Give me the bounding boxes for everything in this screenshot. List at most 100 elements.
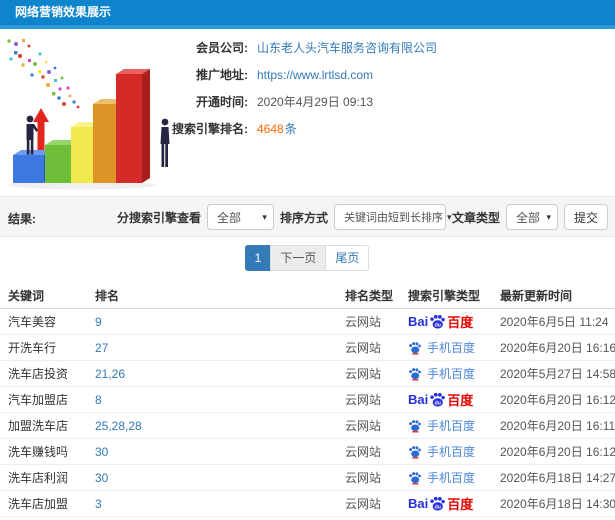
table-row: 汽车加盟店 8 云网站 Bai du 百度 2020年6月20日 16:12 [0, 387, 615, 413]
rank-cell: 25,28,28 [95, 418, 142, 433]
engine-filter-select[interactable]: 全部 ▾ [206, 204, 274, 230]
info-row-url: 推广地址: https://www.lrtlsd.com [172, 66, 437, 82]
submit-button[interactable]: 提交 [563, 204, 608, 230]
engine-cell: 手机百度 [403, 443, 500, 460]
page-1-button[interactable]: 1 [244, 245, 272, 271]
info-section: 会员公司: 山东老人头汽车服务咨询有限公司 推广地址: https://www.… [0, 30, 615, 194]
col-rank-type: 排名类型 [345, 288, 394, 303]
rank-cell: 27 [95, 340, 109, 355]
table-row: 洗车店投资 21,26 云网站 手机百度 2020年5月27日 14:58 [0, 361, 615, 387]
next-page-button[interactable]: 下一页 [270, 245, 327, 271]
updated-cell: 2020年6月20日 16:16 [500, 341, 615, 355]
svg-text:du: du [435, 322, 441, 328]
article-type-label: 文章类型 [451, 210, 500, 225]
rank-count-unit: 条 [284, 122, 297, 136]
svg-text:du: du [435, 504, 441, 510]
baidu-logo: Bai du 百度 [408, 496, 474, 512]
engine-cell: Bai du 百度 [403, 494, 500, 513]
mobile-baidu-icon [408, 418, 422, 433]
table-row: 洗车赚钱吗 30 云网站 手机百度 2020年6月20日 16:12 [0, 439, 615, 465]
engine-cell: 手机百度 [403, 365, 500, 382]
keyword-cell: 洗车店投资 [8, 367, 69, 381]
updated-cell: 2020年6月20日 16:11 [500, 419, 615, 433]
mobile-baidu-badge: 手机百度 [408, 443, 475, 460]
info-row-open-time: 开通时间: 2020年4月29日 09:13 [172, 93, 437, 109]
businessman-right [160, 118, 170, 167]
filter-bar: 结果: 分搜索引擎查看 全部 ▾ 排序方式 关键词由短到长排序 ▾ 文章类型 全… [0, 196, 615, 237]
table-row: 加盟洗车店 25,28,28 云网站 手机百度 2020年6月20日 16:11 [0, 413, 615, 439]
rank-type-cell: 云网站 [345, 419, 382, 433]
table-header-row: 关键词 排名 排名类型 搜索引擎类型 最新更新时间 [0, 282, 615, 309]
page-title: 网络营销效果展示 [15, 5, 112, 19]
article-type-select[interactable]: 全部 ▾ [505, 204, 558, 230]
engine-cell: Bai du 百度 [403, 312, 500, 331]
table-row: 开洗车行 27 云网站 手机百度 2020年6月20日 16:16 [0, 335, 615, 361]
rank-cell: 30 [95, 444, 109, 459]
mobile-baidu-badge: 手机百度 [408, 469, 475, 486]
chevron-down-icon: ▾ [546, 211, 551, 222]
mobile-baidu-badge: 手机百度 [408, 417, 475, 434]
keyword-cell: 洗车店利润 [8, 471, 69, 485]
mobile-baidu-icon [408, 366, 422, 381]
sort-filter-select[interactable]: 关键词由短到长排序 ▾ [333, 204, 452, 230]
engine-rank-label: 搜索引擎排名: [172, 122, 248, 136]
baidu-logo: Bai du 百度 [408, 313, 474, 330]
header-bar-strip [0, 25, 615, 29]
updated-cell: 2020年5月27日 14:58 [500, 367, 615, 381]
result-label: 结果: [8, 212, 36, 226]
engine-cell: Bai du 百度 [403, 390, 500, 409]
baidu-paw-icon: du [429, 391, 446, 408]
keyword-cell: 汽车美容 [8, 315, 57, 329]
company-info: 会员公司: 山东老人头汽车服务咨询有限公司 推广地址: https://www.… [172, 39, 437, 147]
table-row: 汽车美容 9 云网站 Bai du 百度 2020年6月5日 11:24 [0, 309, 615, 335]
company-link[interactable]: 山东老人头汽车服务咨询有限公司 [257, 39, 437, 56]
pagination: 1 下一页 尾页 [0, 245, 615, 271]
bar-red [116, 69, 150, 183]
mobile-baidu-icon [408, 340, 422, 355]
rank-cell: 21,26 [95, 366, 126, 381]
keyword-cell: 汽车加盟店 [8, 393, 69, 407]
rank-type-cell: 云网站 [345, 315, 382, 329]
rank-cell: 30 [95, 470, 109, 485]
rank-type-cell: 云网站 [345, 497, 382, 511]
last-page-button[interactable]: 尾页 [325, 245, 370, 271]
col-updated: 最新更新时间 [500, 288, 573, 303]
chevron-down-icon: ▾ [262, 211, 267, 222]
mobile-baidu-icon [408, 470, 422, 485]
keyword-cell: 加盟洗车店 [8, 419, 69, 433]
engine-cell: 手机百度 [403, 417, 500, 434]
col-rank: 排名 [95, 288, 120, 303]
rank-type-cell: 云网站 [345, 341, 382, 355]
rank-type-cell: 云网站 [345, 367, 382, 381]
updated-cell: 2020年6月18日 14:30 [500, 497, 615, 511]
mobile-baidu-badge: 手机百度 [408, 339, 475, 356]
col-keyword: 关键词 [8, 288, 45, 303]
engine-filter-label: 分搜索引擎查看 [116, 210, 201, 225]
svg-text:du: du [435, 400, 441, 406]
keyword-cell: 洗车赚钱吗 [8, 445, 69, 459]
table-row: 洗车店加盟 3 云网站 Bai du 百度 2020年6月18日 14:30 [0, 491, 615, 517]
engine-filter-value: 全部 [216, 210, 241, 225]
mobile-baidu-icon [408, 444, 422, 459]
keyword-cell: 开洗车行 [8, 341, 57, 355]
updated-cell: 2020年6月18日 14:27 [500, 471, 615, 485]
engine-cell: 手机百度 [403, 469, 500, 486]
company-label: 会员公司: [196, 41, 248, 55]
chevron-down-icon: ▾ [446, 211, 452, 222]
rank-cell: 8 [95, 392, 102, 407]
col-engine-type: 搜索引擎类型 [408, 288, 481, 303]
sort-filter-label: 排序方式 [279, 210, 328, 225]
filter-controls: 分搜索引擎查看 全部 ▾ 排序方式 关键词由短到长排序 ▾ 文章类型 全部 ▾ … [117, 204, 608, 230]
rank-type-cell: 云网站 [345, 393, 382, 407]
updated-cell: 2020年6月20日 16:12 [500, 393, 615, 407]
baidu-paw-icon: du [429, 313, 446, 330]
rank-count: 4648 [257, 122, 284, 136]
keyword-cell: 洗车店加盟 [8, 497, 69, 511]
promotion-url-link[interactable]: https://www.lrtlsd.com [257, 68, 373, 82]
engine-cell: 手机百度 [403, 339, 500, 356]
open-time-value: 2020年4月29日 09:13 [257, 95, 374, 109]
sort-filter-value: 关键词由短到长排序 [343, 212, 443, 224]
confetti-dots [7, 39, 80, 109]
rank-type-cell: 云网站 [345, 445, 382, 459]
bar-chart-illustration [7, 39, 170, 190]
